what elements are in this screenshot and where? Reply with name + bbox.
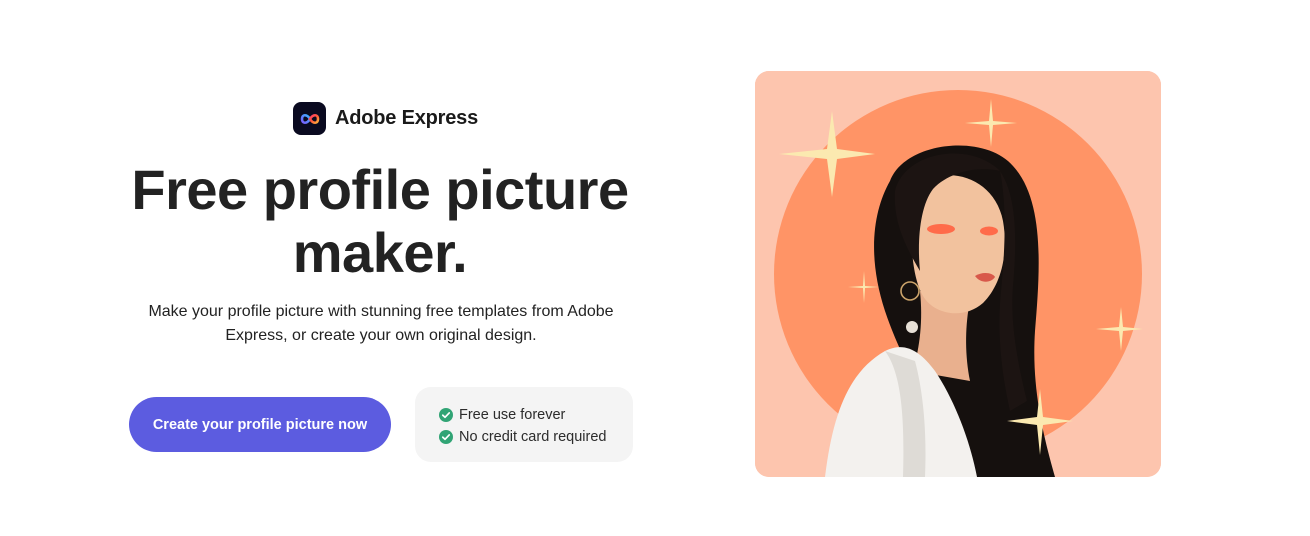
profile-picture-example-image [755,71,1161,477]
create-profile-picture-button[interactable]: Create your profile picture now [129,397,391,452]
page-title: Free profile picture maker. [131,158,629,284]
brand[interactable]: Adobe Express [293,102,478,135]
feature-label: Free use forever [459,407,566,423]
brand-name: Adobe Express [335,107,479,129]
feature-label: No credit card required [459,429,607,445]
check-circle-icon [439,430,453,444]
feature-item: No credit card required [439,426,633,448]
page-description: Make your profile picture with stunning … [148,303,614,344]
adobe-express-logo-icon [293,102,326,135]
feature-item: Free use forever [439,404,633,426]
check-circle-icon [439,408,453,422]
features-box: Free use forever No credit card required [415,387,633,462]
landing-page: Adobe Express Free profile picture maker… [0,0,1310,536]
